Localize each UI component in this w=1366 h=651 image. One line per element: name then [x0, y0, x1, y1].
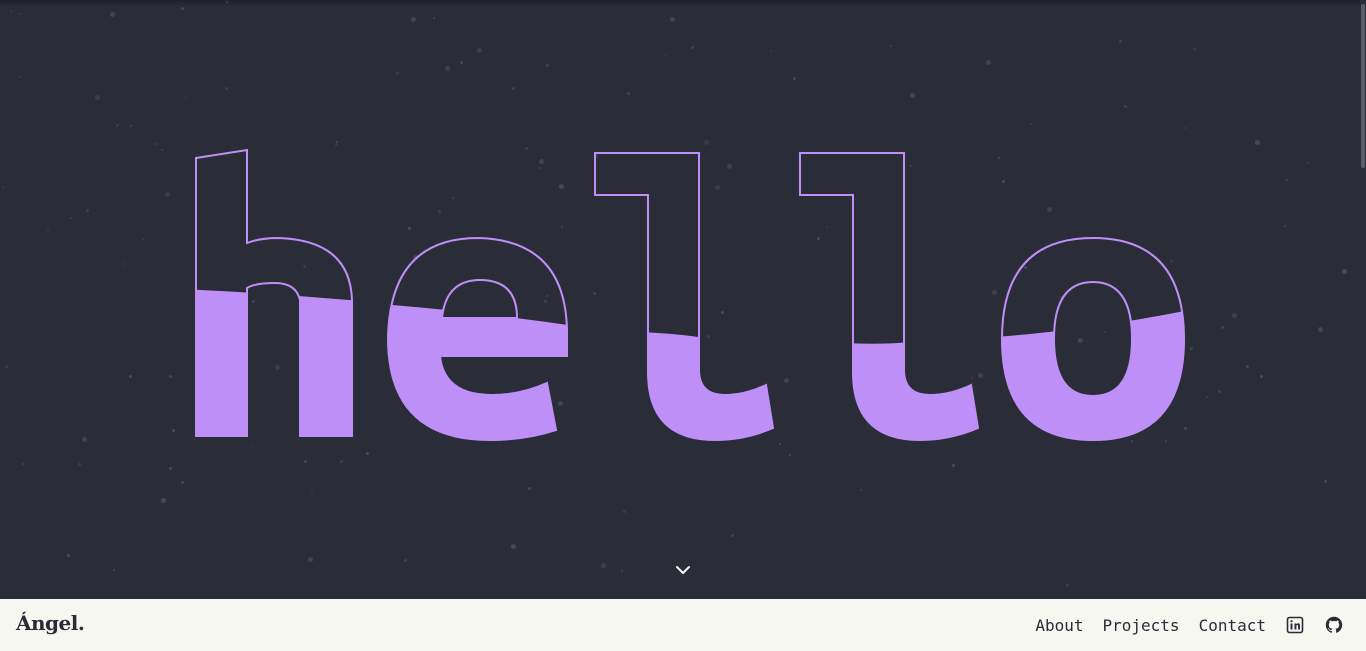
github-icon: [1325, 616, 1343, 633]
letter-l: [594, 152, 774, 441]
linkedin-link[interactable]: [1285, 615, 1305, 635]
scrollbar-thumb[interactable]: [1361, 4, 1365, 168]
page-scrollbar[interactable]: [1360, 0, 1366, 599]
letter-l: [799, 152, 979, 441]
hero-section: hello: [0, 0, 1366, 599]
letter-e: [387, 237, 568, 441]
nav-link-contact[interactable]: Contact: [1199, 616, 1266, 635]
letter-o: [1001, 237, 1185, 441]
hello-heading: hello: [195, 149, 1185, 441]
chevron-down-icon: [676, 566, 690, 574]
nav-links: About Projects Contact: [1035, 599, 1344, 651]
bottom-navbar: Ángel. About Projects Contact: [0, 599, 1366, 651]
github-link[interactable]: [1324, 615, 1344, 635]
linkedin-icon: [1286, 616, 1304, 634]
nav-link-about[interactable]: About: [1035, 616, 1083, 635]
letter-h: [195, 149, 353, 437]
site-logo[interactable]: Ángel.: [16, 611, 85, 635]
nav-link-projects[interactable]: Projects: [1103, 616, 1180, 635]
scroll-down-button[interactable]: [673, 560, 693, 580]
